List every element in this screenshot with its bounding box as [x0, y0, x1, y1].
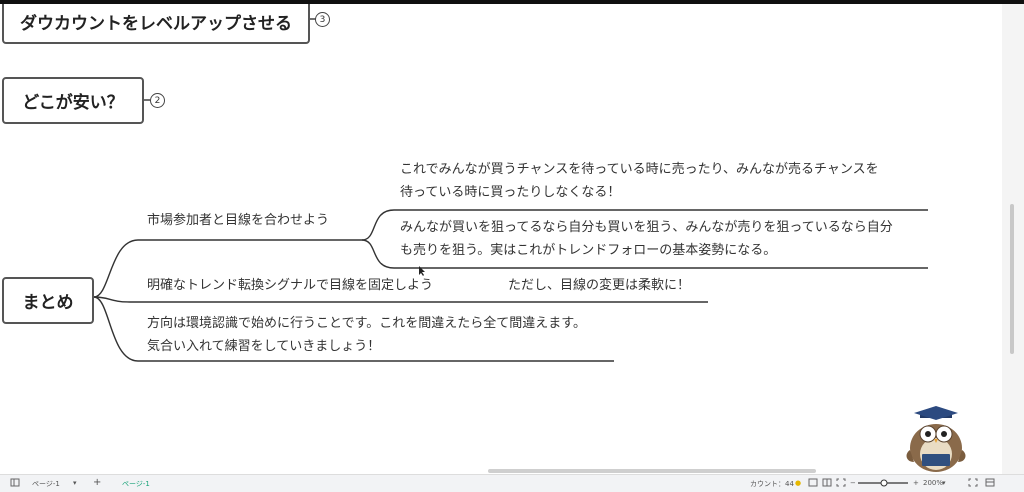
badge-number: 3: [319, 14, 326, 25]
chevron-down-icon[interactable]: ▾: [73, 479, 77, 487]
badge-number: 2: [154, 95, 161, 106]
node-levelup[interactable]: ダウカウントをレベルアップさせる: [2, 4, 310, 44]
branch-flexible[interactable]: ただし、目線の変更は柔軟に！: [508, 274, 690, 297]
zoom-in-button[interactable]: +: [913, 479, 919, 487]
vertical-scrollbar[interactable]: [1002, 4, 1024, 474]
add-page-button[interactable]: +: [93, 477, 101, 488]
book-view-icon[interactable]: [808, 478, 818, 489]
panel-toggle-icon[interactable]: [985, 478, 995, 489]
node-label: ダウカウントをレベルアップさせる: [20, 13, 292, 34]
subbranch-1-line2[interactable]: 待っている時に買ったりしなくなる！: [400, 181, 620, 204]
sidebar-toggle-icon[interactable]: [10, 478, 20, 489]
branch-signal[interactable]: 明確なトレンド転換シグナルで目線を固定しよう: [147, 274, 433, 297]
vertical-scroll-thumb[interactable]: [1010, 204, 1014, 354]
page-select[interactable]: ページ-1: [32, 479, 60, 489]
subbranch-2-line1[interactable]: みんなが買いを狙ってるなら自分も買いを狙う、みんなが売りを狙っているなら自分: [400, 216, 893, 239]
branch-direction-line2[interactable]: 気合い入れて練習をしていきましょう！: [147, 335, 380, 358]
node-where-cheap[interactable]: どこが安い？: [2, 77, 144, 124]
fit-screen-icon[interactable]: [836, 478, 846, 489]
chevron-down-icon[interactable]: ▾: [942, 479, 946, 487]
branch-align-view[interactable]: 市場参加者と目線を合わせよう: [147, 209, 329, 232]
word-count: カウント：44: [750, 480, 794, 488]
node-summary[interactable]: まとめ: [2, 277, 94, 324]
zoom-out-button[interactable]: −: [850, 479, 856, 487]
owl-mascot-icon: [906, 406, 966, 472]
node-label: まとめ: [22, 293, 74, 313]
count-badge[interactable]: 2: [150, 93, 165, 108]
subbranch-2-line2[interactable]: も売りを狙う。実はこれがトレンドフォローの基本姿勢になる。: [400, 239, 776, 262]
count-badge[interactable]: 3: [315, 12, 330, 27]
fullscreen-icon[interactable]: [968, 478, 978, 489]
mindmap-canvas[interactable]: ダウカウントをレベルアップさせる 3 どこが安い？ 2 まとめ 市場参加者と目線…: [0, 4, 1002, 474]
tab-page-1[interactable]: ページ-1: [122, 479, 150, 489]
zoom-level[interactable]: 200%: [923, 479, 943, 487]
branch-direction-line1[interactable]: 方向は環境認識で始めに行うことです。これを間違えたら全て間違えます。: [147, 312, 586, 335]
status-bar: ページ-1 ▾ + ページ-1 カウント：44 ● − + 200% ▾: [0, 474, 1024, 492]
zoom-slider[interactable]: [858, 478, 914, 489]
horizontal-scroll-thumb[interactable]: [488, 469, 816, 473]
lightbulb-icon: ●: [795, 479, 802, 487]
node-label: どこが安い？: [22, 93, 124, 113]
subbranch-1-line1[interactable]: これでみんなが買うチャンスを待っている時に売ったり、みんなが売るチャンスを: [400, 158, 879, 181]
grid-view-icon[interactable]: [822, 478, 832, 489]
mouse-cursor-icon: [419, 266, 425, 276]
